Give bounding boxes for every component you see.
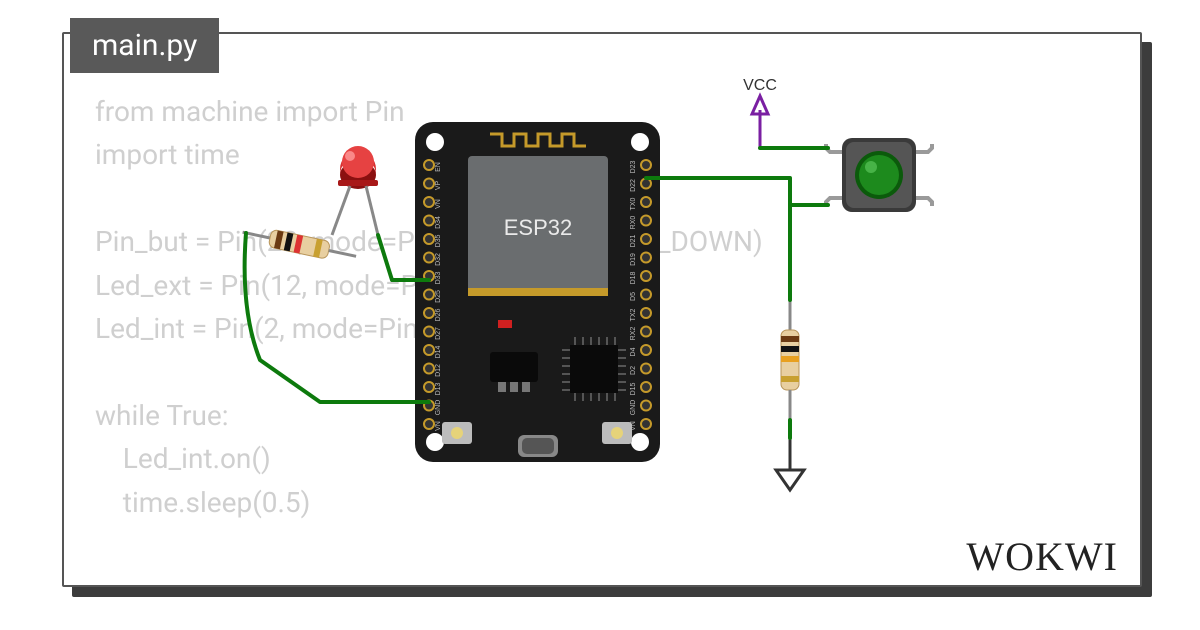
filename-label: main.py bbox=[92, 28, 197, 63]
code-block: from machine import Pin import time Pin_… bbox=[95, 90, 763, 524]
brand-logo: WOKWI bbox=[966, 533, 1118, 580]
filename-tab: main.py bbox=[70, 18, 219, 73]
